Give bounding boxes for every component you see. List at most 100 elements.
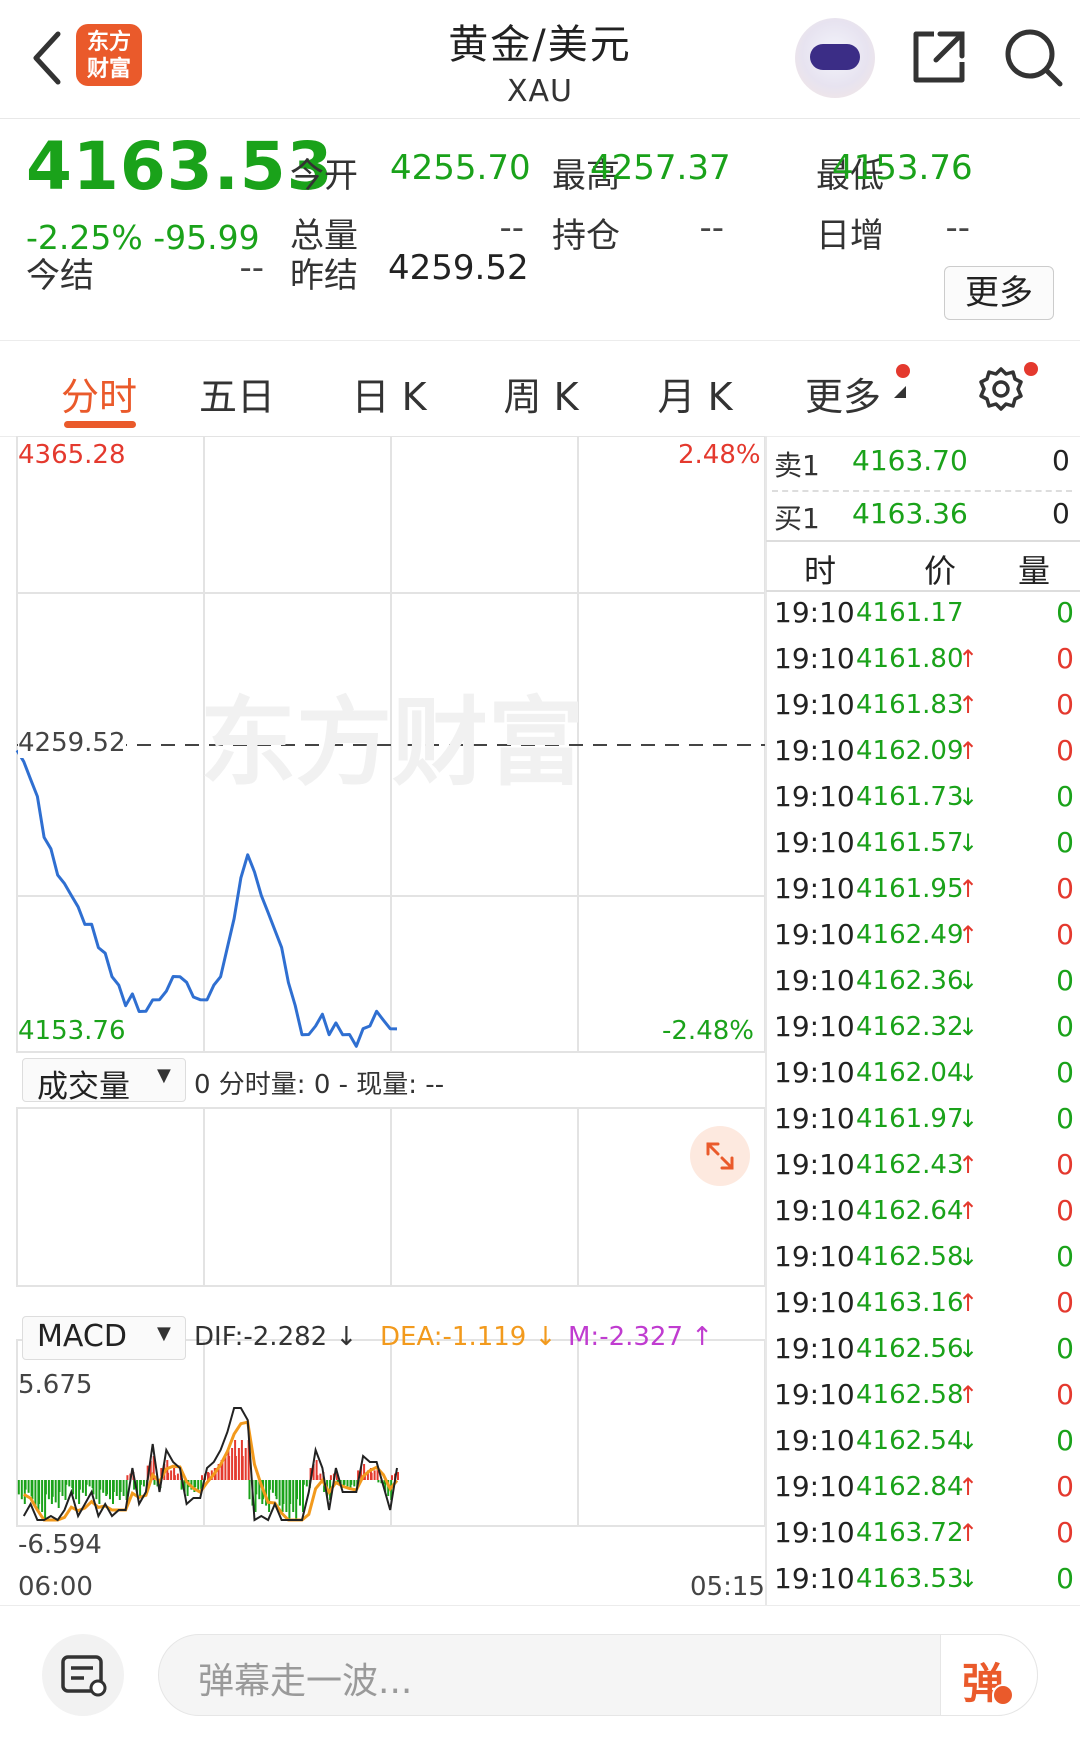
macd-bar <box>377 1480 380 1483</box>
macd-bar <box>31 1480 34 1500</box>
macd-bar <box>61 1480 64 1496</box>
arrow-up-icon: ↑ <box>958 921 979 949</box>
arrow-up-icon: ↑ <box>958 737 979 765</box>
macd-bar <box>237 1448 240 1480</box>
macd-bar <box>68 1480 71 1487</box>
macd-bar <box>34 1480 37 1506</box>
settings-badge <box>1024 362 1038 376</box>
search-icon[interactable] <box>1002 26 1064 88</box>
tick-time: 19:10 <box>774 734 855 767</box>
tick-list[interactable]: 19:10 4161.17 0 19:10 4161.80 ↑ 0 19:10 4161.83 ↑… <box>774 590 1074 1602</box>
check-badge-icon <box>992 1684 1014 1706</box>
macd-bar <box>316 1475 319 1480</box>
tick-row: 19:10 4162.04 ↓ 0 <box>774 1050 1074 1096</box>
macd-bar <box>282 1480 285 1504</box>
tick-row: 19:10 4162.32 ↓ 0 <box>774 1004 1074 1050</box>
active-tab-indicator <box>64 421 136 428</box>
robot-face-icon <box>810 44 860 70</box>
tab-more[interactable]: 更多 <box>798 366 888 421</box>
message-list-button[interactable] <box>42 1634 124 1716</box>
caret-down-icon: ▼ <box>157 1323 171 1344</box>
tick-price: 4162.54 <box>856 1426 964 1456</box>
macd-dif-value: DIF:-2.282 ↓ <box>194 1322 358 1352</box>
tick-time: 19:10 <box>774 1010 855 1043</box>
tick-price: 4161.80 <box>856 644 964 674</box>
tick-volume: 0 <box>1056 780 1074 813</box>
macd-bar <box>329 1475 332 1480</box>
tick-time: 19:10 <box>774 780 855 813</box>
tick-time: 19:10 <box>774 1332 855 1365</box>
tick-volume: 0 <box>1056 642 1074 675</box>
arrow-up-icon: ↑ <box>958 1151 979 1179</box>
tick-price: 4161.97 <box>856 1104 964 1134</box>
macd-bar <box>109 1480 111 1500</box>
tab-more-badge <box>896 364 910 378</box>
macd-bar <box>234 1456 237 1480</box>
macd-bar <box>102 1480 105 1493</box>
tick-row: 19:10 4162.58 ↑ 0 <box>774 1372 1074 1418</box>
expand-chart-button[interactable] <box>690 1126 750 1186</box>
macd-bar <box>275 1480 278 1500</box>
macd-bar <box>176 1473 179 1480</box>
macd-bar <box>346 1480 349 1487</box>
macd-bar <box>41 1480 44 1512</box>
arrow-up-icon: ↑ <box>958 691 979 719</box>
tick-row: 19:10 4162.09 ↑ 0 <box>774 728 1074 774</box>
macd-bar <box>47 1480 50 1500</box>
quote-value-1: 4257.37 <box>590 148 731 188</box>
arrow-up-icon: ↑ <box>958 645 979 673</box>
tab-month-k[interactable]: 月 K <box>640 366 750 421</box>
quote-more-button[interactable]: 更多 <box>944 266 1054 320</box>
macd-bar <box>51 1480 54 1497</box>
tick-volume: 0 <box>1056 1470 1074 1503</box>
tick-price: 4162.36 <box>856 966 964 996</box>
macd-bar <box>126 1475 129 1480</box>
tick-volume: 0 <box>1056 1378 1074 1411</box>
macd-bar <box>285 1480 288 1512</box>
tick-price: 4162.49 <box>856 920 964 950</box>
macd-bar <box>153 1480 156 1485</box>
arrow-up-icon: ↑ <box>958 875 979 903</box>
arrow-down-icon: ↓ <box>958 967 979 995</box>
tab-intraday[interactable]: 分时 <box>34 366 164 421</box>
arrow-down-icon: ↓ <box>958 1335 979 1363</box>
arrow-up-icon: ↑ <box>958 1381 979 1409</box>
tick-price: 4162.09 <box>856 736 964 766</box>
macd-bar <box>119 1480 122 1492</box>
tick-price: 4163.72 <box>856 1518 964 1548</box>
tab-week-k[interactable]: 周 K <box>486 366 596 421</box>
arrow-up-icon: ↑ <box>958 1473 979 1501</box>
macd-bar <box>278 1480 281 1506</box>
macd-bar <box>122 1480 125 1496</box>
tick-price: 4161.57 <box>856 828 964 858</box>
tick-time: 19:10 <box>774 1286 855 1319</box>
macd-bar <box>370 1472 373 1480</box>
orderbook-divider <box>772 490 1072 492</box>
tick-volume: 0 <box>1056 734 1074 767</box>
macd-bar <box>201 1475 203 1480</box>
tick-volume: 0 <box>1056 1194 1074 1227</box>
col-volume-header: 量 <box>1018 552 1051 590</box>
tab-day-k[interactable]: 日 K <box>334 366 444 421</box>
quote-value-0: 4255.70 <box>390 148 531 188</box>
tick-time: 19:10 <box>774 1516 855 1549</box>
settings-gear-icon[interactable] <box>978 366 1024 412</box>
watermark: 东方财富 <box>200 687 584 799</box>
share-icon[interactable] <box>910 28 968 86</box>
macd-bar <box>305 1480 308 1487</box>
macd-bar <box>296 1480 298 1500</box>
tick-row: 19:10 4162.56 ↓ 0 <box>774 1326 1074 1372</box>
arrow-down-icon: ↓ <box>958 1013 979 1041</box>
buy1-volume: 0 <box>1052 497 1070 530</box>
tab-five-day[interactable]: 五日 <box>182 366 292 421</box>
macd-indicator-select[interactable]: MACD ▼ <box>22 1316 186 1360</box>
macd-bar <box>255 1480 258 1495</box>
tick-row: 19:10 4162.43 ↑ 0 <box>774 1142 1074 1188</box>
volume-select-label: 成交量 <box>37 1069 130 1105</box>
macd-bar <box>241 1456 244 1480</box>
tick-price: 4162.58 <box>856 1380 964 1410</box>
volume-indicator-select[interactable]: 成交量 ▼ <box>22 1058 186 1105</box>
tick-row: 19:10 4163.53 ↓ 0 <box>774 1556 1074 1602</box>
tick-volume: 0 <box>1056 1240 1074 1273</box>
macd-bar <box>112 1480 115 1492</box>
